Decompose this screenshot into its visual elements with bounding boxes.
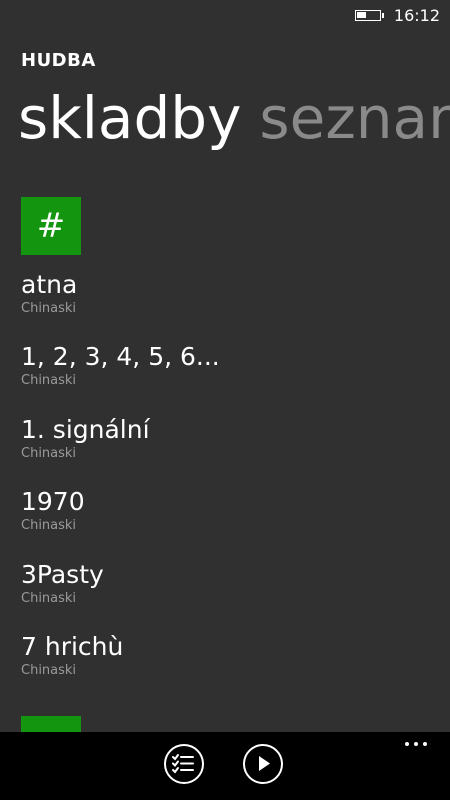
playlist-icon	[172, 754, 194, 774]
song-title: 1, 2, 3, 4, 5, 6...	[21, 342, 220, 371]
song-title: 1970	[21, 487, 85, 516]
song-title: 1. signální	[21, 415, 150, 444]
list-item[interactable]: 1. signální Chinaski	[21, 415, 421, 462]
song-artist: Chinaski	[21, 663, 77, 678]
music-screen: 16:12 HUDBA skladbyseznam # atna Chinask…	[0, 0, 450, 800]
song-artist: Chinaski	[21, 446, 77, 461]
app-title: HUDBA	[21, 50, 96, 71]
list-item[interactable]: 7 hrichù Chinaski	[21, 632, 421, 679]
list-item[interactable]: atna Chinaski	[21, 270, 421, 317]
more-dots-icon[interactable]	[405, 738, 431, 750]
app-bar	[0, 732, 450, 800]
pivot-header: skladbyseznam	[18, 78, 450, 158]
play-button[interactable]	[243, 744, 283, 784]
song-artist: Chinaski	[21, 301, 77, 316]
battery-level	[357, 12, 366, 18]
tab-seznam[interactable]: seznam	[259, 78, 450, 158]
status-bar: 16:12	[0, 0, 450, 32]
group-header-tile[interactable]: #	[21, 197, 81, 255]
song-title: 3Pasty	[21, 560, 104, 589]
song-artist: Chinaski	[21, 518, 77, 533]
song-title: atna	[21, 270, 78, 299]
tab-skladby[interactable]: skladby	[18, 78, 241, 158]
song-title: 7 hrichù	[21, 632, 124, 661]
battery-icon	[355, 10, 384, 21]
list-item[interactable]: 3Pasty Chinaski	[21, 560, 421, 607]
play-icon	[259, 756, 270, 771]
clock: 16:12	[393, 6, 440, 25]
song-artist: Chinaski	[21, 373, 77, 388]
list-item[interactable]: 1, 2, 3, 4, 5, 6... Chinaski	[21, 342, 421, 389]
playlist-button[interactable]	[164, 744, 204, 784]
song-artist: Chinaski	[21, 591, 77, 606]
list-item[interactable]: 1970 Chinaski	[21, 487, 421, 534]
